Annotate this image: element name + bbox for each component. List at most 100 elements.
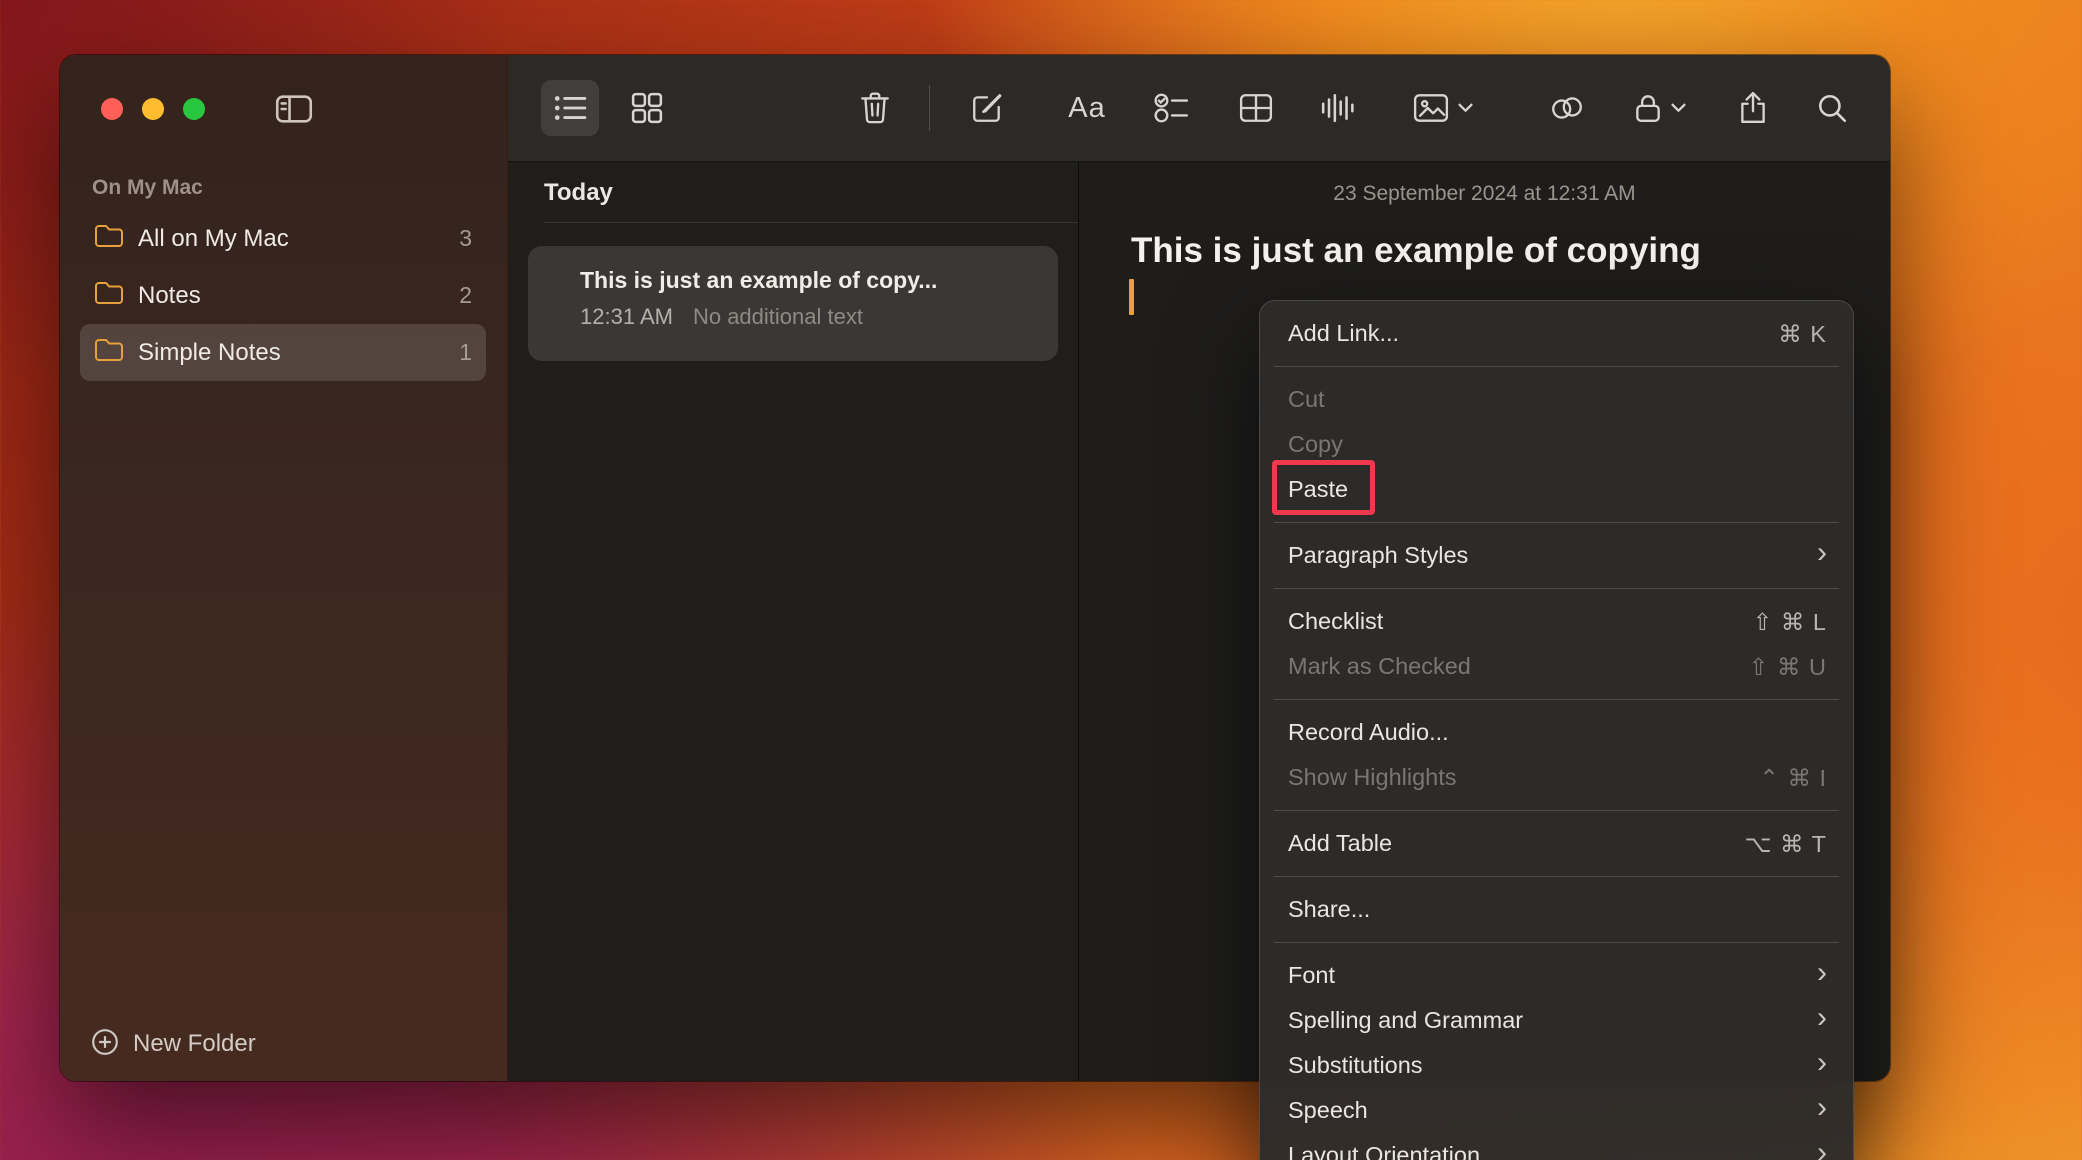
checklist-button[interactable] (1142, 80, 1200, 136)
menu-item-label: Copy (1288, 431, 1343, 458)
menu-separator (1274, 699, 1839, 700)
menu-item-paragraph-styles[interactable]: Paragraph Styles › (1260, 533, 1853, 578)
menu-item-layout-orientation[interactable]: Layout Orientation› (1260, 1133, 1853, 1160)
gallery-view-button[interactable] (618, 80, 676, 136)
submenu-chevron-icon: › (1817, 1093, 1827, 1128)
new-folder-button[interactable]: New Folder (60, 1007, 507, 1081)
lock-icon (1634, 92, 1662, 124)
menu-item-label: Add Link... (1288, 320, 1399, 347)
folder-icon (94, 223, 124, 254)
context-menu-items: Add Link... ⌘ K Cut Copy Paste Paragraph Styl… (1260, 311, 1853, 1160)
menu-item-cut: Cut (1260, 377, 1853, 422)
menu-item-label: Record Audio... (1288, 719, 1449, 746)
notes-list: Today This is just an example of copy...… (508, 162, 1079, 1081)
menu-item-label: Paste (1288, 476, 1348, 503)
menu-item-spelling-and-grammar[interactable]: Spelling and Grammar › (1260, 998, 1853, 1043)
submenu-chevron-icon: › (1817, 538, 1827, 573)
menu-item-label: Checklist (1288, 608, 1383, 635)
submenu-chevron-icon: › (1817, 958, 1827, 993)
chevron-down-icon (1671, 103, 1686, 113)
folder-name: Notes (138, 282, 201, 310)
folder-icon (94, 337, 124, 368)
menu-item-share[interactable]: Share... (1260, 887, 1853, 932)
folder-icon (94, 280, 124, 311)
menu-item-show-highlights: Show Highlights ⌃ ⌘ I (1260, 755, 1853, 800)
menu-item-substitutions[interactable]: Substitutions › (1260, 1043, 1853, 1088)
menu-item-paste[interactable]: Paste (1260, 467, 1853, 512)
format-icon: Aa (1068, 92, 1105, 125)
menu-item-shortcut: ⇧ ⌘ U (1749, 653, 1827, 681)
close-button[interactable] (101, 98, 123, 120)
search-button[interactable] (1803, 80, 1861, 136)
note-date: 23 September 2024 at 12:31 AM (1079, 182, 1890, 206)
list-view-button[interactable] (541, 80, 599, 136)
menu-separator (1274, 942, 1839, 943)
note-cards: This is just an example of copy... 12:31 … (508, 246, 1078, 361)
media-button[interactable] (1405, 80, 1481, 136)
note-list-item[interactable]: This is just an example of copy... 12:31 … (528, 246, 1058, 361)
audio-waveform-button[interactable] (1308, 80, 1366, 136)
format-button[interactable]: Aa (1058, 80, 1116, 136)
menu-item-checklist[interactable]: Checklist ⇧ ⌘ L (1260, 599, 1853, 644)
note-item-preview: No additional text (693, 304, 863, 330)
new-folder-label: New Folder (133, 1030, 256, 1058)
menu-item-add-table[interactable]: Add Table ⌥ ⌘ T (1260, 821, 1853, 866)
menu-item-shortcut: ⌥ ⌘ T (1744, 830, 1827, 858)
menu-separator (1274, 366, 1839, 367)
text-cursor (1129, 279, 1134, 315)
menu-item-label: Cut (1288, 386, 1325, 413)
sidebar-section-label: On My Mac (92, 176, 507, 200)
menu-item-label: Layout Orientation (1288, 1142, 1480, 1160)
plus-circle-icon (90, 1027, 120, 1062)
sidebar-item-simple-notes[interactable]: Simple Notes1 (80, 324, 486, 381)
menu-item-label: Add Table (1288, 830, 1392, 857)
menu-item-label: Substitutions (1288, 1052, 1423, 1079)
menu-item-shortcut: ⌃ ⌘ I (1759, 764, 1827, 792)
menu-item-copy: Copy (1260, 422, 1853, 467)
menu-item-label: Share... (1288, 896, 1370, 923)
menu-separator (1274, 810, 1839, 811)
sidebar-toggle-icon[interactable] (272, 89, 316, 129)
menu-item-label: Spelling and Grammar (1288, 1007, 1523, 1034)
zoom-button[interactable] (183, 98, 205, 120)
toolbar: Aa (508, 55, 1890, 162)
trash-button[interactable] (846, 80, 904, 136)
menu-item-label: Paragraph Styles (1288, 542, 1468, 569)
menu-separator (1274, 522, 1839, 523)
menu-item-speech[interactable]: Speech › (1260, 1088, 1853, 1133)
compose-button[interactable] (958, 80, 1016, 136)
context-menu: Add Link... ⌘ K Cut Copy Paste Paragraph Styl… (1259, 300, 1854, 1160)
submenu-chevron-icon: › (1817, 1003, 1827, 1038)
menu-item-label: Mark as Checked (1288, 653, 1471, 680)
note-item-time: 12:31 AM (580, 304, 673, 330)
folder-count: 3 (459, 225, 472, 252)
folder-list: All on My Mac 3 Notes 2 Simple Notes1 (60, 210, 507, 381)
folder-count: 2 (459, 282, 472, 309)
menu-item-shortcut: ⇧ ⌘ L (1753, 608, 1827, 636)
menu-item-mark-as-checked: Mark as Checked ⇧ ⌘ U (1260, 644, 1853, 689)
share-button[interactable] (1724, 80, 1782, 136)
menu-item-record-audio[interactable]: Record Audio... (1260, 710, 1853, 755)
notes-section-header: Today (544, 162, 1078, 207)
section-divider (544, 222, 1078, 223)
menu-item-label: Show Highlights (1288, 764, 1457, 791)
menu-separator (1274, 876, 1839, 877)
folder-name: All on My Mac (138, 225, 289, 253)
sidebar-item-all-on-my-mac[interactable]: All on My Mac 3 (80, 210, 486, 267)
sidebar-item-notes[interactable]: Notes 2 (80, 267, 486, 324)
minimize-button[interactable] (142, 98, 164, 120)
lock-button[interactable] (1626, 80, 1694, 136)
note-title: This is just an example of copying (1131, 231, 1850, 271)
menu-item-shortcut: ⌘ K (1778, 320, 1827, 348)
toolbar-divider (929, 85, 930, 131)
menu-item-add-link[interactable]: Add Link... ⌘ K (1260, 311, 1853, 356)
table-button[interactable] (1227, 80, 1285, 136)
menu-item-label: Font (1288, 962, 1335, 989)
menu-item-label: Speech (1288, 1097, 1368, 1124)
submenu-chevron-icon: › (1817, 1048, 1827, 1083)
folder-name: Simple Notes (138, 339, 281, 367)
note-item-title: This is just an example of copy... (580, 267, 1038, 294)
link-button[interactable] (1538, 80, 1596, 136)
sidebar-toolbar (60, 55, 507, 162)
menu-item-font[interactable]: Font › (1260, 953, 1853, 998)
